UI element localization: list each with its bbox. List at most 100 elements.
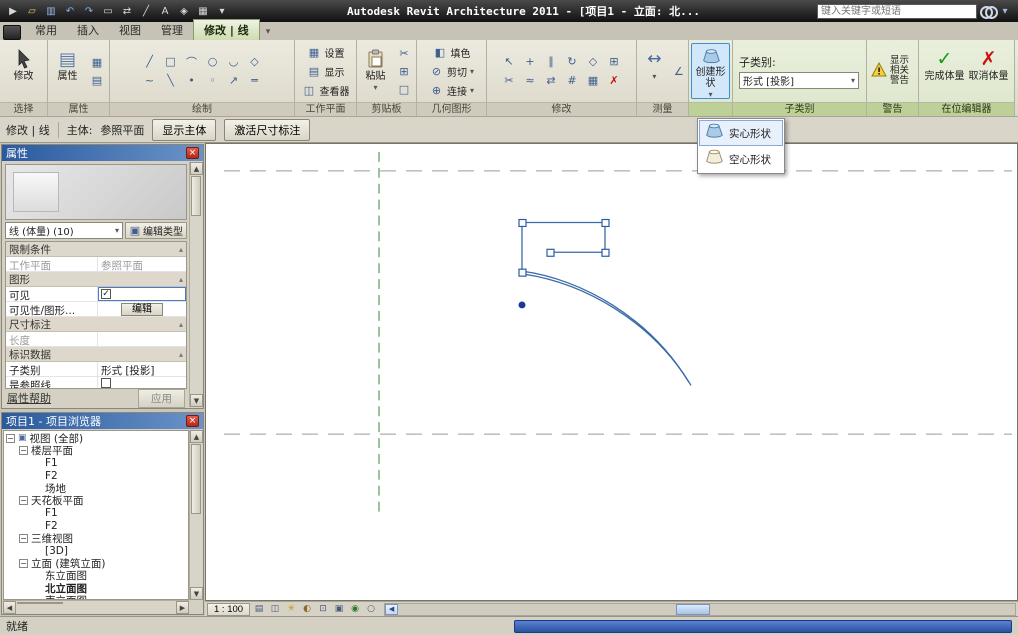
circle-tool-icon[interactable]: ○ bbox=[203, 53, 223, 70]
scroll-down-icon[interactable]: ▼ bbox=[190, 394, 203, 407]
cut-geometry-button[interactable]: ⊘ 剪切 ▾ bbox=[427, 63, 476, 80]
shadows-icon[interactable]: ◐ bbox=[300, 603, 314, 616]
isref-checkbox[interactable] bbox=[101, 378, 111, 388]
tree-node-elevations[interactable]: − 立面 (建筑立面) bbox=[6, 557, 188, 570]
expander-icon[interactable]: − bbox=[6, 434, 15, 443]
expander-icon[interactable]: − bbox=[19, 534, 28, 543]
properties-close-icon[interactable]: × bbox=[186, 147, 199, 159]
scroll-up-icon[interactable]: ▲ bbox=[190, 430, 203, 443]
paste-button[interactable]: 粘贴 ▾ bbox=[359, 43, 392, 99]
edit-type-button[interactable]: ▣ 编辑类型 bbox=[125, 222, 187, 239]
properties-help-link[interactable]: 属性帮助 bbox=[7, 390, 51, 406]
cut-clipboard-icon[interactable]: ✂ bbox=[394, 45, 414, 62]
copy-tool-icon[interactable]: ⇄ bbox=[541, 72, 561, 89]
browser-hscroll-thumb[interactable] bbox=[17, 602, 63, 604]
tree-node-east-elevation[interactable]: 东立面图 bbox=[6, 570, 188, 583]
split-tool-icon[interactable]: ✂ bbox=[499, 72, 519, 89]
join-dropdown-icon[interactable]: ▾ bbox=[470, 86, 474, 95]
browser-hscrollbar[interactable]: ◀ ▶ bbox=[3, 600, 189, 613]
scroll-down-icon[interactable]: ▼ bbox=[190, 587, 203, 600]
subcategory-row-value[interactable]: 形式 [投影] bbox=[98, 362, 186, 376]
project-browser-close-icon[interactable]: × bbox=[186, 415, 199, 427]
copy-clipboard-icon[interactable]: ⊞ bbox=[394, 63, 414, 80]
application-button[interactable] bbox=[3, 25, 21, 40]
collapse-icon[interactable]: ▴ bbox=[179, 320, 183, 329]
canvas-hscrollbar[interactable]: ◀ bbox=[384, 603, 1016, 616]
tree-node-f2[interactable]: F2 bbox=[6, 470, 188, 483]
tab-manage[interactable]: 管理 bbox=[151, 20, 193, 40]
angle-measure-icon[interactable]: ∠ bbox=[672, 63, 686, 80]
scroll-left-icon[interactable]: ◀ bbox=[3, 601, 16, 614]
group-constraints[interactable]: 限制条件▴ bbox=[6, 242, 186, 257]
rotate-tool-icon[interactable]: ↻ bbox=[562, 53, 582, 70]
measure-dropdown-icon[interactable]: ▾ bbox=[652, 71, 656, 82]
group-dimensions[interactable]: 尺寸标注▴ bbox=[6, 317, 186, 332]
collapse-icon[interactable]: ▴ bbox=[179, 245, 183, 254]
point-tool-icon[interactable]: • bbox=[182, 72, 202, 89]
sketch-profile[interactable] bbox=[522, 222, 691, 385]
temporary-hide-icon[interactable]: ◉ bbox=[348, 603, 362, 616]
polygon-tool-icon[interactable]: ◇ bbox=[245, 53, 265, 70]
create-form-button[interactable]: 创建形状 ▾ bbox=[691, 43, 730, 99]
menu-item-void-form[interactable]: 空心形状 bbox=[699, 146, 783, 172]
print-icon[interactable]: ▭ bbox=[100, 3, 116, 19]
drawing-canvas[interactable] bbox=[205, 143, 1018, 601]
spline-tool-icon[interactable]: ~ bbox=[140, 72, 160, 89]
expander-icon[interactable]: − bbox=[19, 559, 28, 568]
project-browser-header[interactable]: 项目1 - 项目浏览器 × bbox=[2, 413, 203, 429]
tree-node-ceiling-plans[interactable]: − 天花板平面 bbox=[6, 495, 188, 508]
properties-scroll-thumb[interactable] bbox=[191, 176, 201, 216]
tab-insert[interactable]: 插入 bbox=[67, 20, 109, 40]
activate-dimensions-button[interactable]: 激活尺寸标注 bbox=[224, 119, 310, 141]
redo-icon[interactable]: ↷ bbox=[81, 3, 97, 19]
type-properties-icon[interactable]: ▦ bbox=[87, 54, 107, 71]
group-identity[interactable]: 标识数据▴ bbox=[6, 347, 186, 362]
reveal-hidden-icon[interactable]: ○ bbox=[364, 603, 378, 616]
scale-button[interactable]: 1 : 100 bbox=[207, 603, 250, 616]
show-host-button[interactable]: 显示主体 bbox=[152, 119, 216, 141]
show-warnings-button[interactable]: 显示相关警告 bbox=[869, 54, 916, 88]
move-tool-icon[interactable]: + bbox=[520, 53, 540, 70]
paint-button[interactable]: ◧ 填色 bbox=[431, 44, 473, 61]
arc-tool-icon[interactable]: ⌒ bbox=[182, 53, 202, 70]
properties-header[interactable]: 属性 × bbox=[2, 145, 203, 161]
search-icon[interactable] bbox=[980, 5, 994, 17]
fillet-arc-tool-icon[interactable]: ◡ bbox=[224, 53, 244, 70]
align-tool-icon[interactable]: ↖ bbox=[499, 53, 519, 70]
tab-home[interactable]: 常用 bbox=[25, 20, 67, 40]
set-workplane-button[interactable]: ▦ 设置 bbox=[305, 44, 347, 61]
qat-customize-icon[interactable]: ▾ bbox=[214, 3, 230, 19]
scale-tool-icon[interactable]: # bbox=[562, 72, 582, 89]
switch-windows-icon[interactable]: ⇄ bbox=[119, 3, 135, 19]
tree-node-ceiling-f1[interactable]: F1 bbox=[6, 507, 188, 520]
mirror-tool-icon[interactable]: ◇ bbox=[583, 53, 603, 70]
measure-line-icon[interactable]: ╱ bbox=[138, 3, 154, 19]
collapse-icon[interactable]: ▴ bbox=[179, 350, 183, 359]
show-crop-icon[interactable]: ▣ bbox=[332, 603, 346, 616]
help-search-input[interactable] bbox=[817, 4, 977, 19]
finish-mass-button[interactable]: ✓ 完成体量 bbox=[924, 43, 966, 99]
tab-modify-line[interactable]: 修改 | 线 bbox=[193, 19, 260, 40]
modify-button[interactable]: 修改 bbox=[3, 43, 45, 99]
pin-tool-icon[interactable]: ▦ bbox=[583, 72, 603, 89]
cancel-mass-button[interactable]: ✗ 取消体量 bbox=[968, 43, 1010, 99]
type-selector[interactable]: 线 (体量) (10) ▾ bbox=[5, 222, 123, 239]
menu-item-solid-form[interactable]: 实心形状 bbox=[699, 120, 783, 146]
edit-visibility-button[interactable]: 编辑 bbox=[121, 303, 163, 316]
viewer-button[interactable]: ◫ 查看器 bbox=[300, 82, 352, 99]
properties-scrollbar[interactable]: ▲ ▼ bbox=[189, 162, 202, 407]
properties-button[interactable]: ▤ 属性 bbox=[50, 43, 85, 99]
section-icon[interactable]: ▦ bbox=[195, 3, 211, 19]
create-form-dropdown-icon[interactable]: ▾ bbox=[708, 89, 712, 100]
show-workplane-button[interactable]: ▤ 显示 bbox=[305, 63, 347, 80]
crop-region-icon[interactable]: ⊡ bbox=[316, 603, 330, 616]
tree-node-3d-views[interactable]: − 三维视图 bbox=[6, 532, 188, 545]
browser-scroll-thumb[interactable] bbox=[191, 444, 201, 514]
menu-arrow-icon[interactable]: ▶ bbox=[5, 3, 21, 19]
help-dropdown-icon[interactable]: ▾ bbox=[997, 3, 1013, 19]
sun-path-icon[interactable]: ☀ bbox=[284, 603, 298, 616]
ellipse-tool-icon[interactable]: ◦ bbox=[203, 72, 223, 89]
expander-icon[interactable]: − bbox=[19, 446, 28, 455]
apply-button[interactable]: 应用 bbox=[138, 389, 185, 408]
scroll-up-icon[interactable]: ▲ bbox=[190, 162, 203, 175]
